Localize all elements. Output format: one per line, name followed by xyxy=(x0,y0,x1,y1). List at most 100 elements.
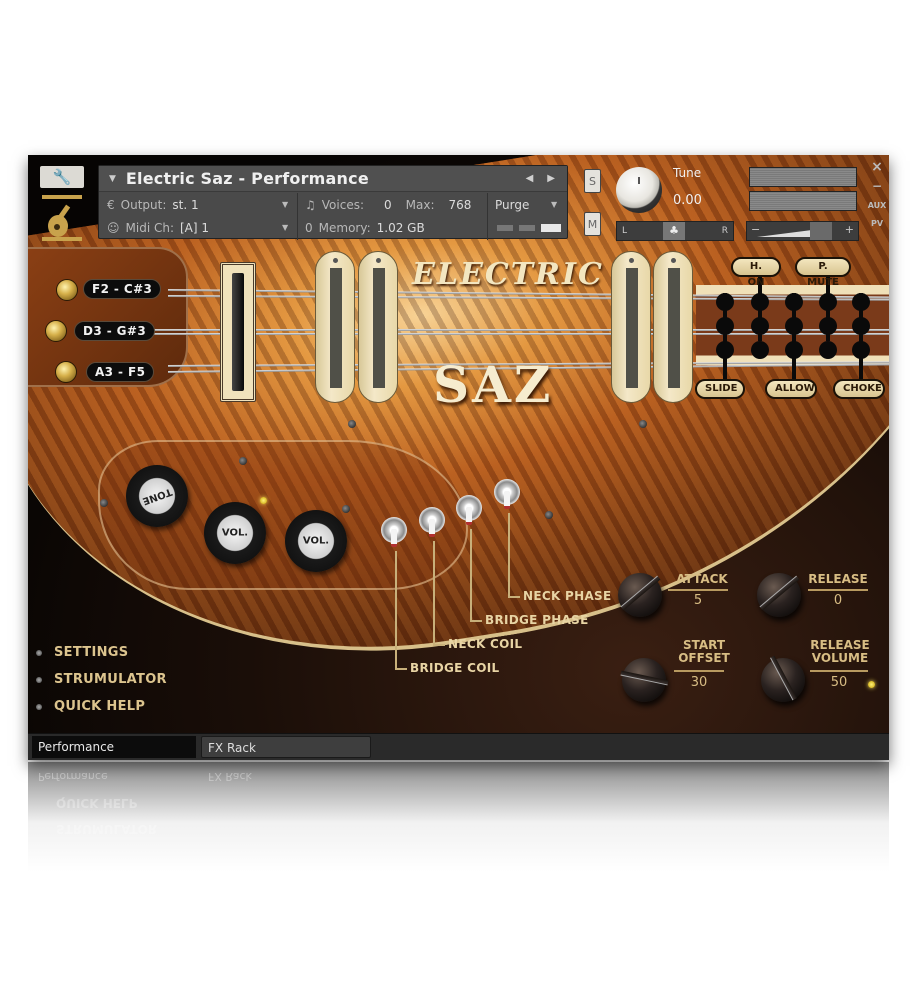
menu-bullet-icon xyxy=(36,649,42,656)
menu-item-strumulator[interactable]: STRUMULATOR xyxy=(36,672,167,687)
memory-icon: 0 xyxy=(305,220,313,235)
output-selector[interactable]: € Output: st. 1 ▼ xyxy=(107,193,297,216)
level-meter-left xyxy=(749,167,857,187)
pan-thumb[interactable]: ♣ xyxy=(663,222,685,240)
fret-column[interactable] xyxy=(785,293,803,379)
switch-lever xyxy=(504,491,510,509)
bridge-pickup-1 xyxy=(611,251,651,403)
tuning-selector-3[interactable]: A3 - F5 xyxy=(86,362,155,382)
logo-saz: SAZ xyxy=(433,355,554,414)
volume-fill xyxy=(757,230,812,237)
release-volume-knob[interactable] xyxy=(761,655,805,702)
level-meter-right xyxy=(749,191,857,211)
output-label: Output: xyxy=(120,197,167,212)
release-knob[interactable] xyxy=(757,573,801,617)
voices-label: Voices: xyxy=(321,197,364,212)
pan-left-label: L xyxy=(622,226,628,236)
volume-plus: + xyxy=(844,223,854,236)
pan-slider[interactable]: L ♣ R xyxy=(616,221,734,241)
screw xyxy=(545,511,553,519)
reflection-text: Performance xyxy=(38,770,108,783)
midi-icon: ☺ xyxy=(107,220,120,235)
memory-value: 1.02 GB xyxy=(376,220,425,235)
menu-item-settings[interactable]: SETTINGS xyxy=(36,645,128,660)
chevron-down-icon: ▼ xyxy=(551,200,558,209)
slide-button[interactable]: SLIDE xyxy=(695,379,745,399)
tab-fx-rack[interactable]: FX Rack xyxy=(201,736,371,758)
bridge-coil-label: BRIDGE COIL xyxy=(410,661,500,675)
screw xyxy=(348,420,356,428)
voices-icon: ♫ xyxy=(305,197,316,212)
purge-menu[interactable]: Purge ▼ xyxy=(495,193,565,216)
volume-knob-label: VOL. xyxy=(221,527,249,539)
kontakt-instrument-panel: 🔧 ▼ Electric Saz - Performance ◀ ▶ € Out… xyxy=(28,155,889,760)
release-volume-value[interactable]: 50 xyxy=(810,675,868,690)
tuning-knob-1[interactable] xyxy=(56,279,78,301)
prev-instrument-icon[interactable]: ◀ xyxy=(526,173,534,184)
fret-column[interactable] xyxy=(819,271,837,361)
palm-mute-button[interactable]: P. MUTE xyxy=(795,257,851,288)
reflection-text: FX Rack xyxy=(208,770,252,783)
minimize-icon[interactable]: − xyxy=(866,179,888,193)
attack-label: ATTACK xyxy=(676,572,728,586)
menu-item-quick-help[interactable]: QUICK HELP xyxy=(36,699,145,714)
switch-lever xyxy=(429,519,435,537)
start-offset-value[interactable]: 30 xyxy=(674,675,724,690)
screw xyxy=(100,499,108,507)
instrument-name[interactable]: Electric Saz - Performance xyxy=(126,169,369,188)
chevron-down-icon: ▼ xyxy=(282,200,289,209)
max-voices-value[interactable]: 768 xyxy=(449,198,472,212)
attack-knob[interactable] xyxy=(618,573,662,617)
tab-bar: Performance FX Rack xyxy=(28,733,889,760)
release-label: RELEASE xyxy=(808,572,868,586)
volume-knob-2[interactable]: VOL. xyxy=(285,510,347,572)
saz-icon xyxy=(42,195,82,241)
pan-right-label: R xyxy=(721,226,728,236)
menu-label: QUICK HELP xyxy=(54,699,146,714)
memory-readout: 0 Memory: 1.02 GB xyxy=(305,216,425,239)
tab-performance[interactable]: Performance xyxy=(32,736,196,758)
fret-column[interactable] xyxy=(716,293,734,379)
menu-bullet-icon xyxy=(36,676,42,683)
start-offset-knob[interactable] xyxy=(620,658,669,702)
aux-button[interactable]: AUX xyxy=(866,201,888,210)
switch-lever xyxy=(391,529,397,547)
tune-label: Tune xyxy=(673,166,702,180)
attack-value[interactable]: 5 xyxy=(668,593,728,608)
tuning-knob-2[interactable] xyxy=(45,320,67,342)
close-icon[interactable]: × xyxy=(866,159,888,175)
tuning-knob-3[interactable] xyxy=(55,361,77,383)
midi-value: [A] 1 xyxy=(180,220,210,235)
pv-button[interactable]: PV xyxy=(866,219,888,228)
wrench-icon[interactable]: 🔧 xyxy=(40,166,84,188)
output-icon: € xyxy=(107,197,115,212)
purge-indicator xyxy=(541,224,561,232)
reflection: Performance FX Rack QUICK HELP STRUMULAT… xyxy=(28,762,889,872)
solo-button[interactable]: S xyxy=(584,169,601,193)
volume-slider[interactable]: − + xyxy=(746,221,859,241)
screw xyxy=(639,420,647,428)
tuning-selector-1[interactable]: F2 - C#3 xyxy=(83,279,162,299)
midi-channel-selector[interactable]: ☺ Midi Ch: [A] 1 ▼ xyxy=(107,216,297,239)
instrument-menu-caret-icon[interactable]: ▼ xyxy=(109,174,116,184)
tuning-selector-2[interactable]: D3 - G#3 xyxy=(74,321,156,341)
tone-knob[interactable]: TONE xyxy=(126,465,188,527)
volume-knob-label: VOL. xyxy=(302,535,330,547)
fret-column[interactable] xyxy=(751,271,769,361)
release-value[interactable]: 0 xyxy=(808,593,868,608)
volume-thumb[interactable] xyxy=(810,222,832,240)
next-instrument-icon[interactable]: ▶ xyxy=(547,173,555,184)
volume-knob-1[interactable]: VOL. xyxy=(204,502,266,564)
purge-label: Purge xyxy=(495,197,530,212)
instrument-header: ▼ Electric Saz - Performance ◀ ▶ € Outpu… xyxy=(98,165,568,240)
choke-button[interactable]: CHOKE xyxy=(833,379,885,399)
logo-electric: ELECTRIC xyxy=(412,257,604,292)
max-label: Max: xyxy=(405,197,435,212)
fret-column[interactable] xyxy=(852,293,870,379)
tune-value[interactable]: 0.00 xyxy=(673,193,702,208)
hammer-on-button[interactable]: H. ON xyxy=(731,257,781,288)
neck-pickup-2 xyxy=(358,251,398,403)
tune-knob[interactable] xyxy=(616,167,662,213)
allow-button[interactable]: ALLOW xyxy=(765,379,817,399)
mute-button[interactable]: M xyxy=(584,212,601,236)
